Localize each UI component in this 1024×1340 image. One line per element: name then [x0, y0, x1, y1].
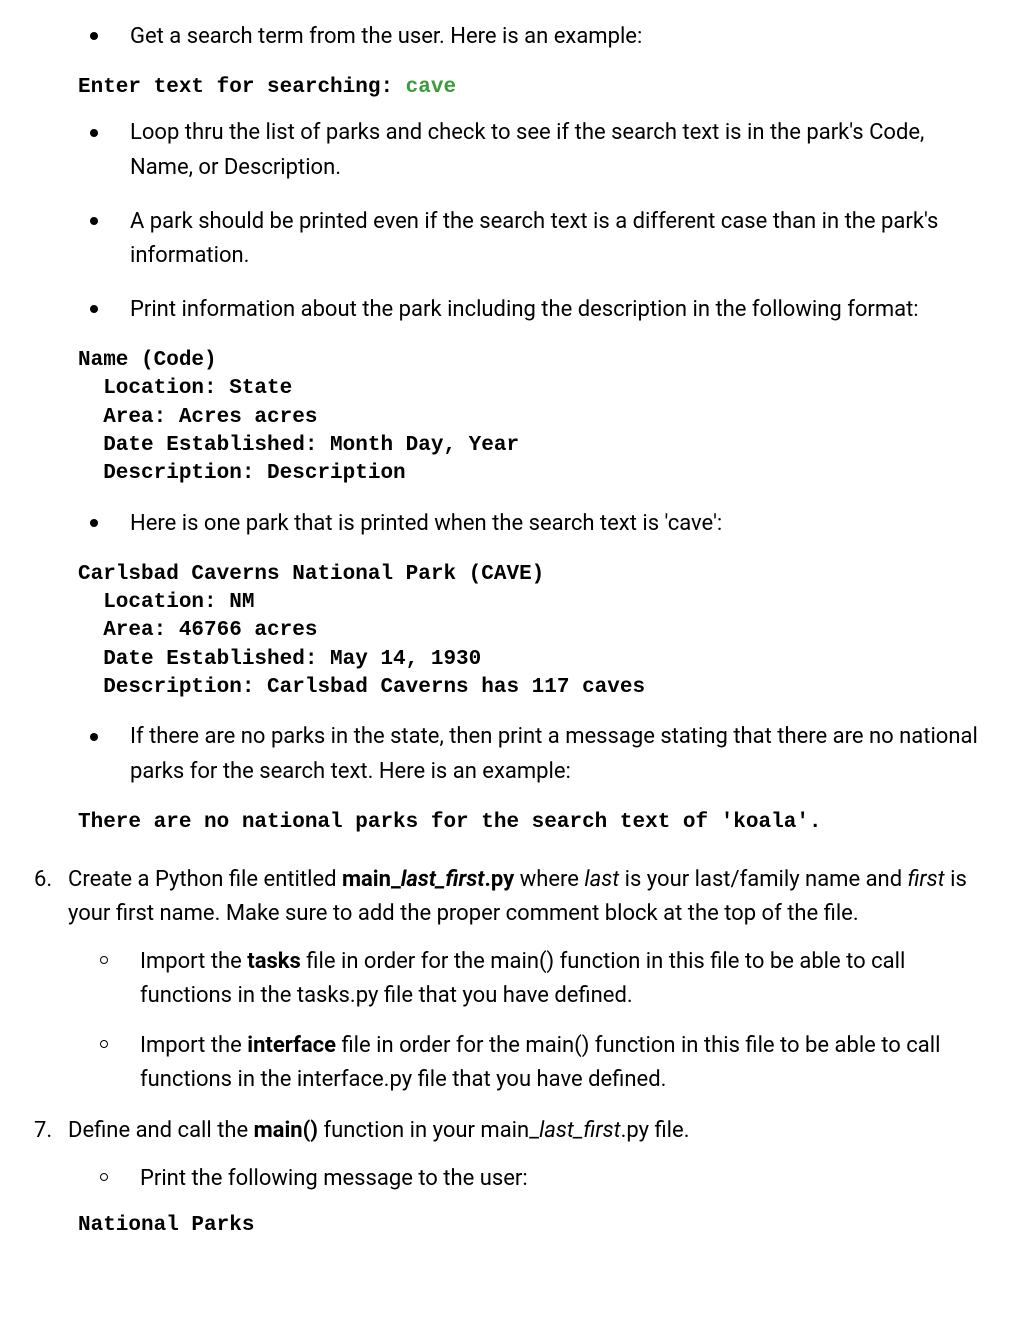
bullet-text: Loop thru the list of parks and check to…	[130, 120, 924, 179]
step-6: 6. Create a Python file entitled main_la…	[34, 863, 990, 1098]
numbered-list: 6. Create a Python file entitled main_la…	[34, 863, 990, 1240]
bullet-text: Print information about the park includi…	[130, 297, 919, 322]
sub-bullet-item: Import the tasks file in order for the m…	[100, 945, 990, 1013]
bullet-item: If there are no parks in the state, then…	[90, 720, 990, 788]
code-block-search-prompt: Enter text for searching: cave	[78, 74, 990, 102]
bullet-item: Here is one park that is printed when th…	[90, 507, 990, 541]
sub-bullet-item: Import the interface file in order for t…	[100, 1029, 990, 1097]
bullet-text: Get a search term from the user. Here is…	[130, 24, 642, 49]
bullet-item: Print information about the park includi…	[90, 293, 990, 327]
sub-bullet-list: Import the tasks file in order for the m…	[68, 945, 990, 1097]
bullet-text: A park should be printed even if the sea…	[130, 209, 938, 268]
bullet-text: Here is one park that is printed when th…	[130, 511, 722, 536]
step-number: 7.	[34, 1114, 52, 1148]
step-7: 7. Define and call the main() function i…	[34, 1114, 990, 1241]
code-block-example-output: Carlsbad Caverns National Park (CAVE) Lo…	[78, 561, 990, 703]
code-block-no-results: There are no national parks for the sear…	[78, 809, 990, 837]
code-user-input: cave	[406, 76, 456, 99]
bullet-list-mid3: If there are no parks in the state, then…	[34, 720, 990, 788]
code-block-national-parks: National Parks	[78, 1212, 990, 1240]
sub-bullet-list: Print the following message to the user:	[68, 1162, 990, 1196]
bullet-list-top: Get a search term from the user. Here is…	[34, 20, 990, 54]
bullet-item: A park should be printed even if the sea…	[90, 205, 990, 273]
sub-bullet-item: Print the following message to the user:	[100, 1162, 990, 1196]
bullet-list-mid1: Loop thru the list of parks and check to…	[34, 116, 990, 326]
bullet-list-mid2: Here is one park that is printed when th…	[34, 507, 990, 541]
bullet-text: If there are no parks in the state, then…	[130, 724, 978, 783]
bullet-item: Get a search term from the user. Here is…	[90, 20, 990, 54]
step-number: 6.	[34, 863, 52, 897]
step-text: Define and call the main() function in y…	[68, 1118, 690, 1143]
step-text: Create a Python file entitled main_last_…	[68, 867, 967, 926]
code-text: Enter text for searching:	[78, 76, 406, 99]
bullet-item: Loop thru the list of parks and check to…	[90, 116, 990, 184]
code-block-format-template: Name (Code) Location: State Area: Acres …	[78, 347, 990, 489]
